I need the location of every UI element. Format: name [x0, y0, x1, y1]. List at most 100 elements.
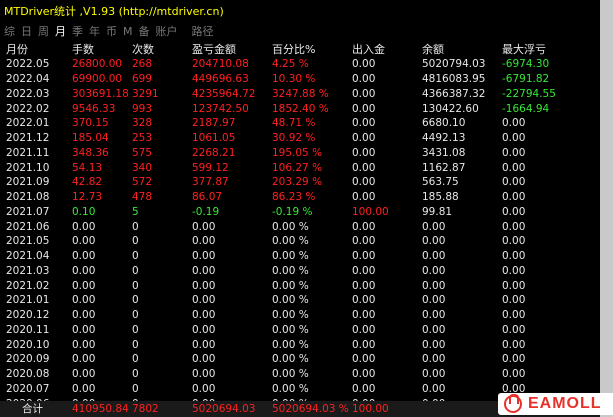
cell-deposits: 0.00 [352, 338, 376, 351]
table-row[interactable]: 2021.02 0.00 0 0.00 0.00 % 0.00 0.00 0.00 [0, 278, 592, 293]
cell-lots: 9546.33 [72, 102, 116, 115]
cell-profit: 0.00 [192, 235, 216, 248]
table-row[interactable]: 2022.05 26800.00 268 204710.08 4.25 % 0.00 502… [0, 57, 592, 72]
table-body: 2022.05 26800.00 268 204710.08 4.25 % 0.00 502… [0, 57, 592, 411]
table-row[interactable]: 2021.09 42.82 572 377.87 203.29 % 0.00 563.75 0… [0, 175, 592, 190]
cell-trades: 0 [132, 279, 139, 292]
cell-month: 2020.09 [6, 353, 50, 366]
cell-profit: 0.00 [192, 309, 216, 322]
cell-deposits: 0.00 [352, 279, 376, 292]
tab-daily[interactable]: 日 [21, 23, 32, 39]
cell-percent: 0.00 % [272, 250, 309, 263]
cell-profit: 599.12 [192, 161, 229, 174]
tab-magic[interactable]: M [123, 25, 133, 38]
cell-balance: 0.00 [422, 338, 446, 351]
cell-percent: 0.00 % [272, 220, 309, 233]
cell-max-drawdown: -22794.55 [502, 87, 556, 100]
cell-percent: 30.92 % [272, 132, 316, 145]
table-row[interactable]: 2022.01 370.15 328 2187.97 48.71 % 0.00 6680.1… [0, 116, 592, 131]
tab-overview[interactable]: 综 [4, 23, 15, 39]
table-row[interactable]: 2020.09 0.00 0 0.00 0.00 % 0.00 0.00 0.00 [0, 352, 592, 367]
header-percent: 百分比% [272, 43, 316, 56]
table-row[interactable]: 2021.04 0.00 0 0.00 0.00 % 0.00 0.00 0.00 [0, 249, 592, 264]
cell-trades: 328 [132, 117, 153, 130]
cell-lots: 0.00 [72, 323, 96, 336]
tab-monthly[interactable]: 月 [55, 23, 66, 39]
cell-trades: 575 [132, 146, 153, 159]
tab-yearly[interactable]: 年 [89, 23, 100, 39]
cell-month: 2021.12 [6, 132, 50, 145]
cell-max-drawdown: 0.00 [502, 176, 526, 189]
table-row[interactable]: 2021.01 0.00 0 0.00 0.00 % 0.00 0.00 0.00 [0, 293, 592, 308]
cell-lots: 0.00 [72, 382, 96, 395]
cell-max-drawdown: 0.00 [502, 264, 526, 277]
cell-trades: 572 [132, 176, 153, 189]
cell-balance: 99.81 [422, 205, 453, 218]
table-row[interactable]: 2021.08 12.73 478 86.07 86.23 % 0.00 185.88 0.0… [0, 190, 592, 205]
tab-quarterly[interactable]: 季 [72, 23, 83, 39]
table-row[interactable]: 2021.11 348.36 575 2268.21 195.05 % 0.00 3431.… [0, 146, 592, 161]
cell-max-drawdown: 0.00 [502, 368, 526, 381]
table-row[interactable]: 2021.07 0.10 5 -0.19 -0.19 % 100.00 99.81 0.00 [0, 205, 592, 220]
cell-percent: 0.00 % [272, 309, 309, 322]
table-row[interactable]: 2021.06 0.00 0 0.00 0.00 % 0.00 0.00 0.00 [0, 219, 592, 234]
cell-percent: 195.05 % [272, 146, 323, 159]
cell-max-drawdown: -6974.30 [502, 58, 550, 71]
cell-lots: 69900.00 [72, 73, 123, 86]
cell-percent: 0.00 % [272, 264, 309, 277]
cell-max-drawdown: 0.00 [502, 323, 526, 336]
cell-percent: 1852.40 % [272, 102, 329, 115]
cell-deposits: 0.00 [352, 294, 376, 307]
cell-percent: 0.00 % [272, 338, 309, 351]
total-trades: 7802 [132, 402, 159, 415]
cell-lots: 42.82 [72, 176, 103, 189]
table-row[interactable]: 2022.04 69900.00 699 449696.63 10.30 % 0.00 48… [0, 72, 592, 87]
cell-trades: 0 [132, 338, 139, 351]
tab-currency[interactable]: 币 [106, 23, 117, 39]
cell-lots: 0.00 [72, 250, 96, 263]
cell-trades: 0 [132, 220, 139, 233]
cell-balance: 185.88 [422, 191, 459, 204]
cell-lots: 0.00 [72, 235, 96, 248]
cell-max-drawdown: 0.00 [502, 338, 526, 351]
eamoll-watermark: EAMOLL [498, 393, 613, 415]
cell-max-drawdown: 0.00 [502, 250, 526, 263]
cell-month: 2020.12 [6, 309, 50, 322]
table-row[interactable]: 2021.12 185.04 253 1061.05 30.92 % 0.00 4492.1… [0, 131, 592, 146]
cell-month: 2021.08 [6, 191, 50, 204]
cell-profit: 2187.97 [192, 117, 236, 130]
table-row[interactable]: 2020.11 0.00 0 0.00 0.00 % 0.00 0.00 0.00 [0, 323, 592, 338]
cell-percent: 0.00 % [272, 235, 309, 248]
cell-max-drawdown: 0.00 [502, 309, 526, 322]
cell-percent: 106.27 % [272, 161, 323, 174]
cell-lots: 370.15 [72, 117, 109, 130]
cell-deposits: 0.00 [352, 368, 376, 381]
cell-lots: 0.00 [72, 279, 96, 292]
table-row[interactable]: 2022.02 9546.33 993 123742.50 1852.40 % 0.00 1… [0, 101, 592, 116]
cell-profit: 0.00 [192, 294, 216, 307]
cell-balance: 0.00 [422, 323, 446, 336]
cell-month: 2021.11 [6, 146, 50, 159]
cell-month: 2021.02 [6, 279, 50, 292]
cell-max-drawdown: 0.00 [502, 161, 526, 174]
tab-path[interactable]: 路径 [192, 23, 214, 39]
tab-weekly[interactable]: 周 [38, 23, 49, 39]
cell-profit: 0.00 [192, 382, 216, 395]
cell-profit: 0.00 [192, 323, 216, 336]
cell-profit: 123742.50 [192, 102, 249, 115]
cell-lots: 0.00 [72, 368, 96, 381]
cell-trades: 253 [132, 132, 153, 145]
cell-trades: 0 [132, 368, 139, 381]
table-row[interactable]: 2020.08 0.00 0 0.00 0.00 % 0.00 0.00 0.00 [0, 367, 592, 382]
cell-month: 2020.07 [6, 382, 50, 395]
tab-account[interactable]: 账户 [156, 23, 178, 39]
table-row[interactable]: 2022.03 303691.18 3291 4235964.72 3247.88 % 0… [0, 87, 592, 102]
table-row[interactable]: 2021.03 0.00 0 0.00 0.00 % 0.00 0.00 0.00 [0, 264, 592, 279]
cell-trades: 0 [132, 382, 139, 395]
table-row[interactable]: 2020.12 0.00 0 0.00 0.00 % 0.00 0.00 0.00 [0, 308, 592, 323]
table-row[interactable]: 2021.10 54.13 340 599.12 106.27 % 0.00 1162.87… [0, 160, 592, 175]
tab-notes[interactable]: 备 [139, 23, 150, 39]
table-row[interactable]: 2021.05 0.00 0 0.00 0.00 % 0.00 0.00 0.00 [0, 234, 592, 249]
table-row[interactable]: 2020.10 0.00 0 0.00 0.00 % 0.00 0.00 0.00 [0, 337, 592, 352]
cell-deposits: 0.00 [352, 250, 376, 263]
